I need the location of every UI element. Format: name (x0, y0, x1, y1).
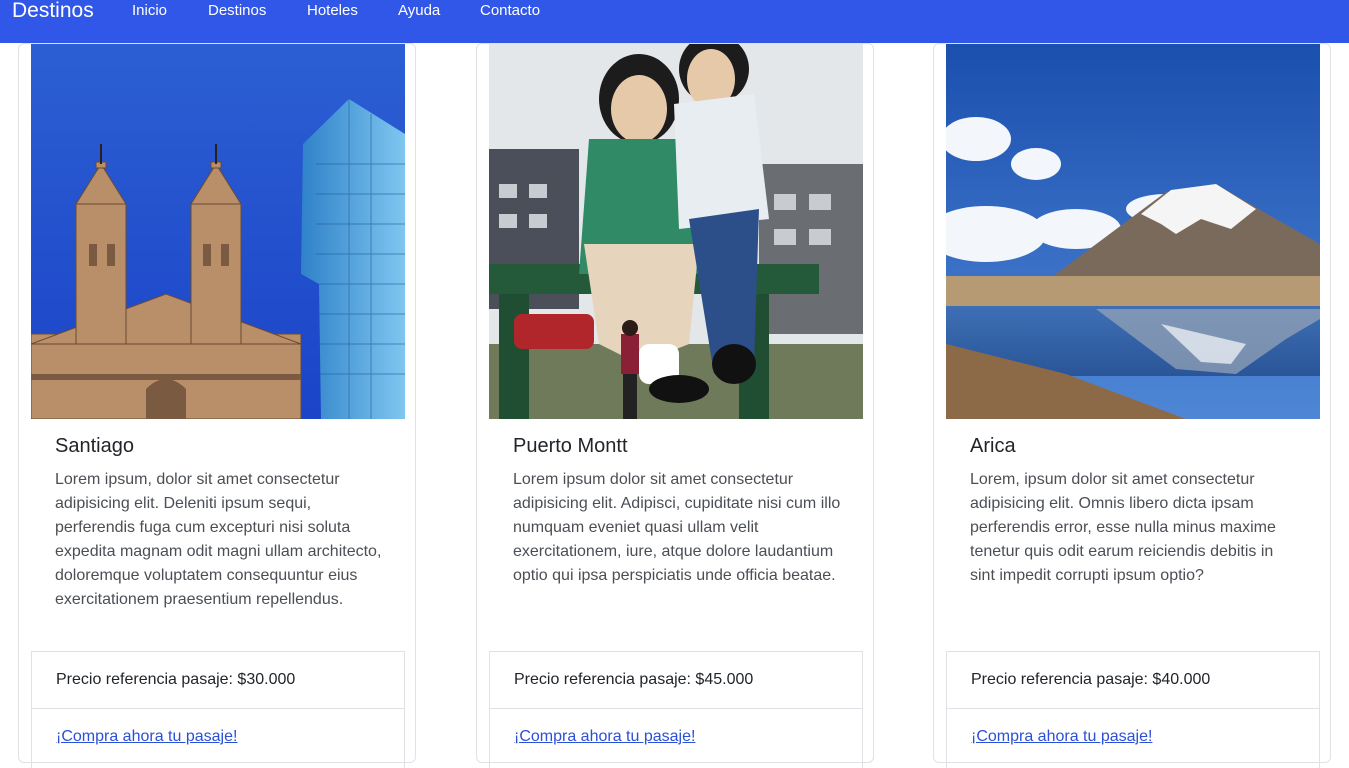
card-link-footer: ¡Compra ahora tu pasaje! (489, 708, 863, 768)
navbar: Destinos Inicio Destinos Hoteles Ayuda C… (0, 0, 1349, 43)
destination-card-arica: Arica Lorem, ipsum dolor sit amet consec… (933, 43, 1331, 768)
arica-volcano-image (946, 44, 1320, 419)
card-description: Lorem ipsum, dolor sit amet consectetur … (55, 471, 382, 608)
ticket-price: Precio referencia pasaje: $30.000 (56, 671, 296, 688)
destination-card-puerto-montt: Puerto Montt Lorem ipsum dolor sit amet … (476, 43, 874, 768)
card-description: Lorem ipsum dolor sit amet consectetur a… (513, 471, 841, 584)
card-price-footer: Precio referencia pasaje: $40.000 (946, 651, 1320, 708)
santiago-cathedral-image (31, 44, 405, 419)
buy-ticket-link[interactable]: ¡Compra ahora tu pasaje! (514, 727, 695, 747)
card-link-footer: ¡Compra ahora tu pasaje! (31, 708, 405, 768)
card-link-footer: ¡Compra ahora tu pasaje! (946, 708, 1320, 768)
nav-link-contacto[interactable]: Contacto (480, 2, 540, 20)
navbar-brand[interactable]: Destinos (12, 0, 94, 25)
card-title: Arica (970, 435, 1016, 457)
card-description: Lorem, ipsum dolor sit amet consectetur … (970, 471, 1276, 584)
ticket-price: Precio referencia pasaje: $40.000 (971, 671, 1211, 688)
card-price-footer: Precio referencia pasaje: $45.000 (489, 651, 863, 708)
card-price-footer: Precio referencia pasaje: $30.000 (31, 651, 405, 708)
card-title: Santiago (55, 435, 134, 457)
ticket-price: Precio referencia pasaje: $45.000 (514, 671, 754, 688)
buy-ticket-link[interactable]: ¡Compra ahora tu pasaje! (56, 727, 237, 747)
nav-link-inicio[interactable]: Inicio (132, 2, 167, 20)
nav-link-hoteles[interactable]: Hoteles (307, 2, 358, 20)
nav-link-ayuda[interactable]: Ayuda (398, 2, 440, 20)
puerto-montt-statue-image (489, 44, 863, 419)
destination-card-santiago: Santiago Lorem ipsum, dolor sit amet con… (18, 43, 416, 768)
buy-ticket-link[interactable]: ¡Compra ahora tu pasaje! (971, 727, 1152, 747)
card-title: Puerto Montt (513, 435, 628, 457)
nav-link-destinos[interactable]: Destinos (208, 2, 266, 20)
